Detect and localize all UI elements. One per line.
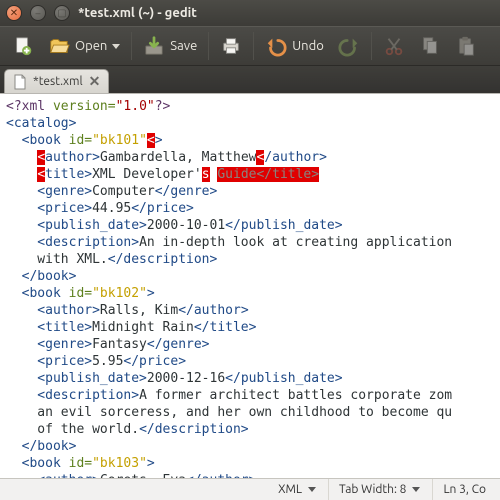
undo-label: Undo [292,39,324,53]
position-label: Ln 3, Co [443,483,486,496]
redo-icon [338,35,360,57]
folder-open-icon [48,35,70,57]
main-toolbar: Open Save Undo [0,26,500,66]
chevron-down-icon [308,487,316,492]
new-file-icon [12,35,34,57]
status-bar: XML Tab Width: 8 Ln 3, Co [0,478,500,500]
scissors-icon [383,35,405,57]
tab-width-selector[interactable]: Tab Width: 8 [328,479,430,500]
close-tab-icon[interactable]: ✕ [89,73,101,90]
printer-icon [220,35,242,57]
tab-width-label: Tab Width: 8 [339,483,406,496]
save-button[interactable]: Save [137,30,203,62]
copy-icon [419,35,441,57]
file-tab[interactable]: *test.xml ✕ [4,69,109,93]
cursor-position: Ln 3, Co [432,479,496,500]
window-titlebar: ✕ – ▢ *test.xml (~) - gedit [0,0,500,26]
print-button[interactable] [214,30,248,62]
window-title: *test.xml (~) - gedit [78,6,197,20]
maximize-icon[interactable]: ▢ [54,5,70,21]
chevron-down-icon [112,44,120,49]
undo-icon [265,35,287,57]
toolbar-separator [131,32,132,60]
toolbar-separator [371,32,372,60]
chevron-down-icon [412,487,420,492]
copy-button[interactable] [413,30,447,62]
file-icon [13,74,27,90]
paste-button[interactable] [449,30,483,62]
new-button[interactable] [6,30,40,62]
undo-button[interactable]: Undo [259,30,330,62]
minimize-icon[interactable]: – [30,5,46,21]
language-label: XML [278,483,302,496]
cut-button[interactable] [377,30,411,62]
redo-button[interactable] [332,30,366,62]
close-icon[interactable]: ✕ [6,5,22,21]
paste-icon [455,35,477,57]
language-selector[interactable]: XML [268,479,326,500]
open-label: Open [75,39,107,53]
toolbar-separator [253,32,254,60]
save-label: Save [170,39,197,53]
save-icon [143,35,165,57]
tab-label: *test.xml [33,75,83,88]
code-editor[interactable]: <?xml version="1.0"?> <catalog> <book id… [0,94,500,478]
tab-strip: *test.xml ✕ [0,66,500,94]
open-button[interactable]: Open [42,30,126,62]
toolbar-separator [208,32,209,60]
